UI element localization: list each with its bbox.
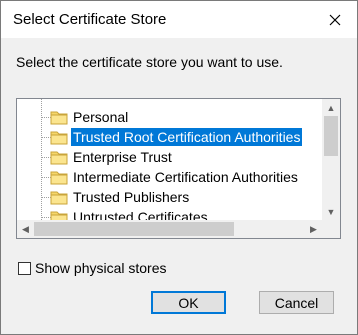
- folder-icon: [50, 171, 68, 185]
- tree-item-label: Trusted Root Certification Authorities: [71, 128, 303, 146]
- chevron-left-icon: ◀: [22, 223, 29, 234]
- folder-icon: [50, 131, 68, 145]
- folder-icon: [50, 151, 68, 165]
- show-physical-stores-option[interactable]: Show physical stores: [18, 260, 167, 276]
- tree-item[interactable]: Trusted Publishers: [17, 187, 322, 207]
- scroll-right-button[interactable]: ▶: [305, 220, 322, 238]
- chevron-right-icon: ▶: [310, 223, 317, 234]
- horizontal-scrollbar[interactable]: ◀ ▶: [17, 220, 322, 238]
- show-physical-stores-checkbox[interactable]: [18, 261, 31, 275]
- folder-icon: [50, 211, 68, 220]
- tree-item-label: Untrusted Certificates: [73, 209, 208, 220]
- tree-item-label: Intermediate Certification Authorities: [73, 169, 298, 185]
- scroll-left-button[interactable]: ◀: [17, 220, 34, 238]
- instruction-text: Select the certificate store you want to…: [16, 54, 283, 70]
- tree-item[interactable]: Intermediate Certification Authorities: [17, 167, 322, 187]
- tree-item-label: Personal: [73, 109, 129, 125]
- select-certificate-store-dialog: Select Certificate Store Select the cert…: [0, 0, 358, 335]
- folder-icon: [50, 191, 68, 205]
- scroll-down-button[interactable]: ▼: [322, 203, 340, 220]
- show-physical-stores-label[interactable]: Show physical stores: [35, 260, 167, 276]
- tree-item[interactable]: Untrusted Certificates: [17, 207, 322, 220]
- window-title: Select Certificate Store: [13, 11, 167, 28]
- folder-icon: [50, 111, 68, 125]
- vertical-scrollbar[interactable]: ▲ ▼: [322, 99, 340, 220]
- tree-item-label: Enterprise Trust: [73, 149, 172, 165]
- cancel-button[interactable]: Cancel: [259, 291, 334, 314]
- tree-item[interactable]: Enterprise Trust: [17, 147, 322, 167]
- certificate-store-tree[interactable]: Personal Trusted Root Certification Auth…: [16, 98, 341, 239]
- chevron-up-icon: ▲: [326, 102, 336, 113]
- scroll-up-button[interactable]: ▲: [322, 99, 340, 116]
- tree-item[interactable]: Personal: [17, 107, 322, 127]
- tree-item-selected[interactable]: Trusted Root Certification Authorities: [17, 127, 322, 147]
- chevron-down-icon: ▼: [326, 206, 336, 217]
- title-bar: Select Certificate Store: [1, 1, 357, 38]
- vertical-scroll-thumb[interactable]: [324, 116, 338, 156]
- close-icon: [329, 14, 341, 25]
- tree-item-label: Trusted Publishers: [73, 189, 190, 205]
- ok-button[interactable]: OK: [151, 291, 226, 314]
- scrollbar-corner: [322, 220, 340, 238]
- tree-viewport: Personal Trusted Root Certification Auth…: [17, 99, 322, 220]
- horizontal-scroll-thumb[interactable]: [34, 222, 234, 236]
- close-button[interactable]: [313, 1, 357, 38]
